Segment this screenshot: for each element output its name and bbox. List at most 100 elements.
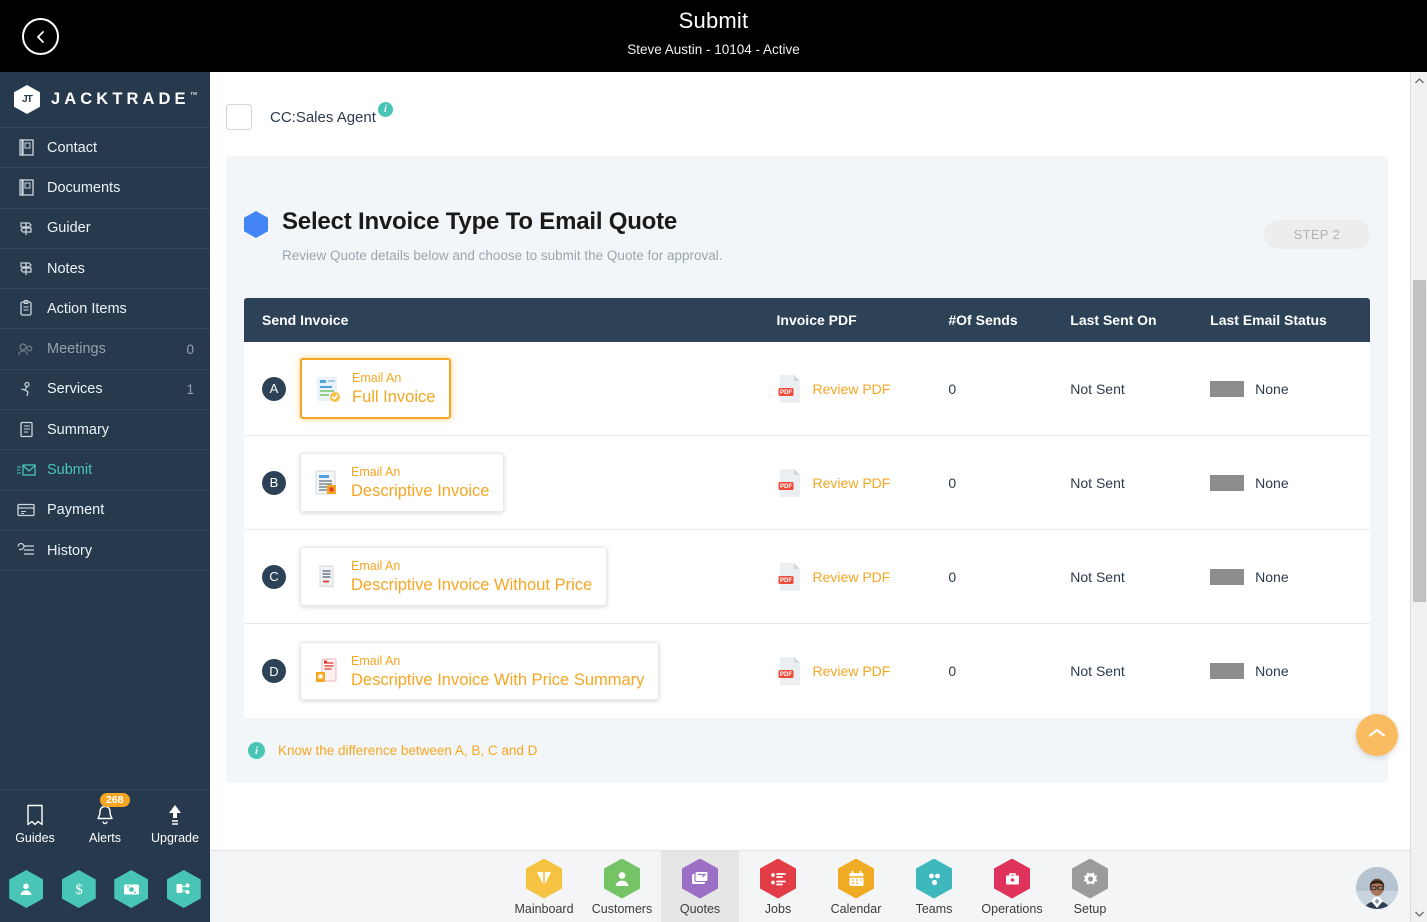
- guides-button[interactable]: Guides: [4, 802, 66, 845]
- invoice-option-name: Full Invoice: [352, 388, 436, 407]
- invoice-full-icon: [312, 374, 342, 404]
- sidebar-item-label: Notes: [47, 260, 85, 277]
- dollar-hex-icon[interactable]: $: [61, 870, 96, 908]
- sidebar-item-documents[interactable]: Documents: [0, 168, 210, 209]
- brand-name: JACKTRADE: [51, 90, 190, 108]
- sidebar-item-count: 1: [186, 381, 194, 397]
- bottom-nav-operations[interactable]: Operations: [973, 851, 1051, 922]
- customers-icon: [604, 858, 640, 899]
- num-sends-value: 0: [948, 474, 957, 491]
- sidebar-item-action-items[interactable]: Action Items: [0, 289, 210, 330]
- bottom-nav-mainboard[interactable]: Mainboard: [505, 851, 583, 922]
- alerts-button[interactable]: 268 Alerts: [74, 792, 136, 845]
- table-row: A Email An Full Invoice PDF Review PDF 0…: [244, 342, 1370, 436]
- setup-gear-icon: [1072, 858, 1108, 899]
- sidebar-item-meetings[interactable]: Meetings 0: [0, 329, 210, 370]
- pdf-file-icon: PDF: [777, 562, 803, 592]
- column-header-last-sent-on: Last Sent On: [1070, 312, 1157, 328]
- alerts-label: Alerts: [89, 830, 121, 845]
- main-content: CC:Sales Agent i Select Invoice Type To …: [210, 72, 1405, 850]
- sidebar-item-label: Contact: [47, 139, 97, 156]
- pdf-file-icon: PDF: [777, 374, 803, 404]
- status-swatch: [1210, 663, 1245, 679]
- caret-up-icon[interactable]: [1411, 72, 1427, 89]
- invoice-noprice-icon: [311, 562, 341, 592]
- review-pdf-link[interactable]: Review PDF: [813, 663, 891, 679]
- step-badge: STEP 2: [1263, 220, 1370, 249]
- invoice-option-d[interactable]: Email An Descriptive Invoice With Price …: [300, 641, 660, 701]
- bottom-nav-jobs[interactable]: Jobs: [739, 851, 817, 922]
- workflow-hex-icon[interactable]: [166, 870, 201, 908]
- sidebar-item-summary[interactable]: Summary: [0, 410, 210, 451]
- mainboard-icon: [526, 858, 562, 899]
- review-pdf-link[interactable]: Review PDF: [813, 381, 891, 397]
- invoice-option-name: Descriptive Invoice Without Price: [351, 576, 593, 595]
- sidebar-item-submit[interactable]: Submit: [0, 450, 210, 491]
- invoice-option-c[interactable]: Email An Descriptive Invoice Without Pri…: [300, 547, 608, 606]
- bottom-nav-quotes[interactable]: Quotes: [661, 851, 739, 922]
- sidebar-item-label: Meetings: [47, 341, 106, 358]
- sidebar-item-count: 0: [186, 341, 194, 357]
- sidebar-item-contact[interactable]: Contact: [0, 128, 210, 169]
- vertical-scrollbar[interactable]: [1410, 72, 1427, 922]
- sidebar-item-payment[interactable]: Payment: [0, 491, 210, 531]
- signpost-icon: [16, 260, 36, 278]
- sidebar-item-notes[interactable]: Notes: [0, 249, 210, 290]
- sidebar-item-label: Action Items: [47, 300, 127, 317]
- last-sent-value: Not Sent: [1070, 474, 1125, 491]
- status-swatch: [1210, 568, 1245, 585]
- brand-logo[interactable]: JT JACKTRADE™: [0, 72, 210, 128]
- page-title: Submit: [678, 8, 749, 33]
- svg-text:PDF: PDF: [780, 578, 792, 584]
- caret-down-icon[interactable]: [1411, 905, 1427, 922]
- guides-label: Guides: [15, 830, 55, 845]
- bottom-nav-setup[interactable]: Setup: [1051, 851, 1129, 922]
- bottom-nav-customers[interactable]: Customers: [583, 851, 661, 922]
- sidebar-item-guider[interactable]: Guider: [0, 209, 210, 249]
- info-icon[interactable]: i: [377, 101, 393, 117]
- signpost-icon: [16, 219, 36, 237]
- difference-note-link[interactable]: Know the difference between A, B, C and …: [278, 743, 537, 758]
- review-pdf-link[interactable]: Review PDF: [813, 569, 891, 585]
- blue-hexagon-icon: [244, 211, 268, 238]
- services-icon: [16, 380, 36, 398]
- bottom-nav-teams[interactable]: Teams: [895, 851, 973, 922]
- contact-book-icon: [16, 139, 36, 157]
- bottom-nav-calendar[interactable]: Calendar: [817, 851, 895, 922]
- clipboard-icon: [16, 300, 36, 318]
- chevron-up-icon: [1368, 726, 1386, 744]
- avatar[interactable]: [1356, 867, 1398, 909]
- quote-hex-icon[interactable]: [114, 870, 149, 908]
- payment-card-icon: [16, 501, 36, 519]
- review-pdf-link[interactable]: Review PDF: [813, 475, 891, 491]
- row-letter-badge: A: [262, 376, 286, 401]
- pdf-file-icon: PDF: [777, 468, 803, 498]
- cc-sales-agent-checkbox[interactable]: [226, 104, 252, 130]
- invoice-pricesummary-icon: [311, 656, 341, 686]
- status-label: None: [1255, 380, 1289, 397]
- invoice-option-a[interactable]: Email An Full Invoice: [300, 358, 452, 419]
- sidebar-item-label: Summary: [47, 421, 110, 438]
- invoice-option-b[interactable]: Email An Descriptive Invoice: [300, 453, 505, 512]
- bottom-nav-label: Calendar: [830, 901, 882, 916]
- quotes-icon: [682, 858, 718, 899]
- table-header: Send Invoice Invoice PDF #Of Sends Last …: [244, 298, 1370, 342]
- bottom-nav-label: Setup: [1073, 901, 1107, 916]
- sidebar-item-services[interactable]: Services 1: [0, 370, 210, 411]
- scrollbar-thumb[interactable]: [1413, 280, 1426, 602]
- user-hex-icon[interactable]: [9, 870, 44, 908]
- svg-text:PDF: PDF: [780, 672, 792, 678]
- last-sent-value: Not Sent: [1070, 380, 1125, 397]
- num-sends-value: 0: [948, 568, 957, 585]
- sidebar-item-history[interactable]: History: [0, 531, 210, 572]
- page-subtitle: Steve Austin - 10104 - Active: [627, 42, 800, 57]
- svg-text:PDF: PDF: [780, 484, 792, 490]
- upgrade-button[interactable]: Upgrade: [144, 802, 206, 845]
- column-header-num-sends: #Of Sends: [948, 312, 1018, 328]
- panel-title: Select Invoice Type To Email Quote: [282, 208, 678, 235]
- upgrade-label: Upgrade: [151, 830, 199, 845]
- bottom-nav-label: Quotes: [679, 901, 721, 916]
- invoice-table: Send Invoice Invoice PDF #Of Sends Last …: [244, 298, 1370, 718]
- invoice-option-pre: Email An: [351, 559, 401, 574]
- scroll-to-top-button[interactable]: [1356, 714, 1398, 756]
